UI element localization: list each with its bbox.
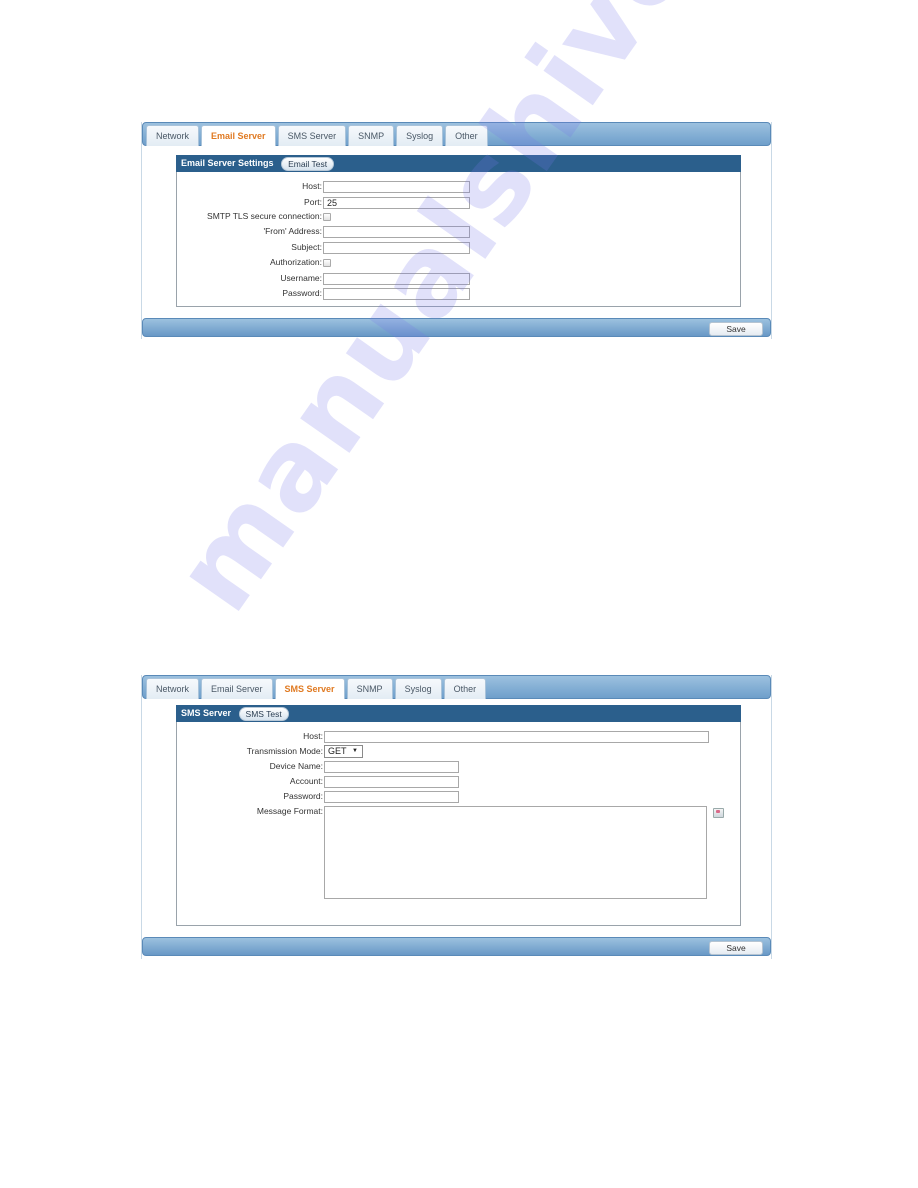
tab-email-server[interactable]: Email Server <box>201 678 273 699</box>
message-format-textarea[interactable] <box>324 806 707 899</box>
transmission-mode-select[interactable]: GET ▼ <box>324 745 363 758</box>
tab-bar: Network Email Server SMS Server SNMP Sys… <box>142 122 771 146</box>
subject-label: Subject: <box>291 242 322 252</box>
device-name-label: Device Name: <box>269 761 323 771</box>
tab-other[interactable]: Other <box>443 678 487 699</box>
from-address-label: 'From' Address: <box>263 226 322 236</box>
email-server-panel: Network Email Server SMS Server SNMP Sys… <box>141 122 772 339</box>
email-test-button[interactable]: Email Test <box>281 157 335 171</box>
password-label: Password: <box>282 288 322 298</box>
tab-syslog[interactable]: Syslog <box>396 125 444 146</box>
tab-bar: Network Email Server SMS Server SNMP Sys… <box>142 675 771 699</box>
from-address-input[interactable] <box>323 226 470 238</box>
section-header: Email Server Settings Email Test <box>176 155 741 172</box>
password-input[interactable] <box>324 791 459 803</box>
dropdown-arrow-icon: ▼ <box>352 748 358 754</box>
save-button[interactable]: Save <box>709 941 763 955</box>
edit-icon[interactable] <box>713 808 724 818</box>
username-label: Username: <box>280 273 322 283</box>
port-label: Port: <box>304 197 322 207</box>
tab-snmp[interactable]: SNMP <box>346 678 393 699</box>
tab-network[interactable]: Network <box>146 678 200 699</box>
username-input[interactable] <box>323 273 470 285</box>
account-input[interactable] <box>324 776 459 788</box>
tab-network[interactable]: Network <box>146 125 200 146</box>
authorization-checkbox[interactable] <box>323 259 331 267</box>
footer-bar: Save <box>142 318 771 337</box>
subject-input[interactable] <box>323 242 470 254</box>
password-label: Password: <box>283 791 323 801</box>
section-title: SMS Server <box>181 708 232 718</box>
save-button[interactable]: Save <box>709 322 763 336</box>
email-server-settings-section: Email Server Settings Email Test Host: P… <box>176 155 741 307</box>
port-input[interactable]: 25 <box>323 197 470 209</box>
sms-test-button[interactable]: SMS Test <box>238 707 289 721</box>
tab-sms-server[interactable]: SMS Server <box>274 678 345 699</box>
sms-server-panel: Network Email Server SMS Server SNMP Sys… <box>141 675 772 959</box>
device-name-input[interactable] <box>324 761 459 773</box>
tab-snmp[interactable]: SNMP <box>348 125 395 146</box>
smtp-tls-label: SMTP TLS secure connection: <box>207 211 322 221</box>
host-label: Host: <box>302 181 322 191</box>
account-label: Account: <box>289 776 323 786</box>
tab-syslog[interactable]: Syslog <box>394 678 442 699</box>
tab-other[interactable]: Other <box>445 125 488 146</box>
smtp-tls-checkbox[interactable] <box>323 213 331 221</box>
section-title: Email Server Settings <box>181 158 274 168</box>
section-header: SMS Server SMS Test <box>176 705 741 722</box>
host-input[interactable] <box>323 181 470 193</box>
host-label: Host: <box>303 731 323 741</box>
password-input[interactable] <box>323 288 470 300</box>
authorization-label: Authorization: <box>270 257 322 267</box>
tab-sms-server[interactable]: SMS Server <box>277 125 347 146</box>
footer-bar: Save <box>142 937 771 956</box>
message-format-label: Message Format: <box>256 806 323 816</box>
tab-email-server[interactable]: Email Server <box>201 125 276 146</box>
host-input[interactable] <box>324 731 709 743</box>
transmission-mode-label: Transmission Mode: <box>246 746 323 756</box>
sms-server-section: SMS Server SMS Test Host: Transmission M… <box>176 705 741 926</box>
transmission-mode-value: GET <box>328 746 347 756</box>
